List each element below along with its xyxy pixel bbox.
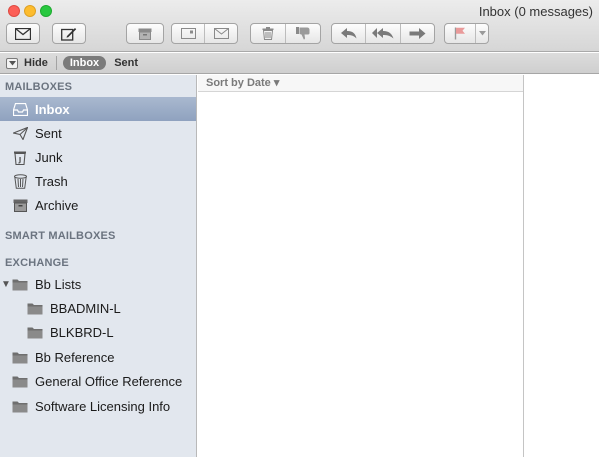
hide-label: Hide: [24, 57, 48, 69]
sidebar-item-label: Bb Reference: [35, 349, 115, 365]
move-to-mailbox-button[interactable]: [172, 24, 204, 43]
sidebar-item-label: Trash: [35, 173, 68, 189]
thumbs-down-icon: [296, 27, 310, 40]
exchange-header: EXCHANGE: [5, 257, 69, 269]
mailboxes-header: MAILBOXES: [5, 81, 73, 93]
envelope-icon: [15, 27, 31, 40]
sidebar-item-blkbrd-l[interactable]: BLKBRD-L: [0, 320, 196, 344]
sidebar-toggle-icon: [6, 57, 18, 69]
chevron-down-icon: [478, 31, 486, 36]
message-list[interactable]: Sort by Date ▾: [198, 75, 524, 457]
favorites-divider: [55, 56, 57, 70]
sidebar-item-archive[interactable]: Archive: [0, 193, 196, 217]
folder-icon: [27, 324, 43, 340]
hide-mailboxes-button[interactable]: Hide: [6, 57, 48, 69]
sidebar-item-label: Archive: [35, 197, 79, 213]
mail-envelope-button[interactable]: [204, 24, 237, 43]
paper-plane-icon: [12, 125, 28, 141]
sidebar-item-sent[interactable]: Sent: [0, 121, 196, 145]
reply-all-icon: [371, 28, 394, 39]
flag-button[interactable]: [444, 23, 489, 44]
favorite-inbox[interactable]: Inbox: [62, 56, 107, 70]
minimize-window-icon[interactable]: [24, 5, 36, 17]
flag-menu-arrow[interactable]: [475, 24, 488, 43]
compose-icon: [61, 27, 77, 41]
junk-button[interactable]: [285, 24, 320, 43]
disclosure-triangle-icon[interactable]: ▼: [1, 279, 11, 290]
folder-icon: [27, 300, 43, 316]
sidebar-item-general-office-reference[interactable]: General Office Reference: [0, 369, 196, 393]
sidebar-item-label: Bb Lists: [35, 276, 82, 292]
envelope-icon: [213, 28, 229, 39]
reply-all-button[interactable]: [365, 24, 399, 43]
window-title: Inbox (0 messages): [478, 4, 593, 19]
archive-button[interactable]: [126, 23, 164, 44]
compose-button[interactable]: [52, 23, 86, 44]
message-preview-pane: [525, 75, 599, 457]
sort-by-date-menu[interactable]: Sort by Date ▾: [198, 75, 523, 92]
flag-segment[interactable]: [445, 24, 475, 43]
forward-button[interactable]: [399, 24, 434, 43]
delete-button[interactable]: [251, 24, 285, 43]
zoom-window-icon[interactable]: [40, 5, 52, 17]
folder-icon: [12, 373, 28, 389]
sidebar-item-bb-lists[interactable]: ▼ Bb Lists: [0, 272, 196, 296]
sidebar-item-label: Software Licensing Info: [35, 398, 171, 414]
archive-box-icon: [138, 28, 152, 40]
trash-icon: [262, 27, 274, 40]
forward-icon: [409, 28, 426, 39]
folder-icon: [12, 276, 28, 292]
sidebar-item-label: BLKBRD-L: [50, 324, 114, 340]
reply-group: [331, 23, 435, 44]
favorite-sent[interactable]: Sent: [114, 57, 138, 69]
sidebar-item-bb-reference[interactable]: Bb Reference: [0, 345, 196, 369]
sidebar-item-trash[interactable]: Trash: [0, 169, 196, 193]
sidebar-item-inbox[interactable]: Inbox: [0, 97, 196, 121]
trash-icon: [12, 173, 28, 189]
flag-icon: [454, 27, 465, 40]
inbox-tray-icon: [12, 101, 28, 117]
sidebar-item-label: Junk: [35, 149, 63, 165]
get-mail-button[interactable]: [6, 23, 40, 44]
sidebar-item-label: Sent: [35, 125, 62, 141]
mailbox-sidebar: MAILBOXES Inbox Sent J Junk Trash Archiv…: [0, 75, 197, 457]
move-mail-group: [171, 23, 238, 44]
sidebar-item-bbadmin-l[interactable]: BBADMIN-L: [0, 296, 196, 320]
window-toolbar: Inbox (0 messages): [0, 0, 599, 52]
junk-bin-icon: J: [12, 149, 28, 165]
sidebar-item-label: BBADMIN-L: [50, 300, 121, 316]
favorites-bar: Hide Inbox Sent: [0, 53, 599, 74]
archive-box-icon: [12, 197, 28, 213]
smart-mailboxes-header: SMART MAILBOXES: [5, 230, 116, 242]
sidebar-item-junk[interactable]: J Junk: [0, 145, 196, 169]
reply-button[interactable]: [332, 24, 365, 43]
sidebar-item-label: Inbox: [35, 101, 70, 117]
folder-icon: [12, 398, 28, 414]
sidebar-item-label: General Office Reference: [35, 373, 183, 389]
sidebar-item-software-licensing-info[interactable]: Software Licensing Info: [0, 394, 196, 418]
folder-icon: [12, 349, 28, 365]
reply-icon: [340, 28, 357, 39]
svg-text:J: J: [18, 156, 22, 164]
move-to-mailbox-icon: [180, 28, 196, 39]
close-window-icon[interactable]: [8, 5, 20, 17]
delete-junk-group: [250, 23, 321, 44]
